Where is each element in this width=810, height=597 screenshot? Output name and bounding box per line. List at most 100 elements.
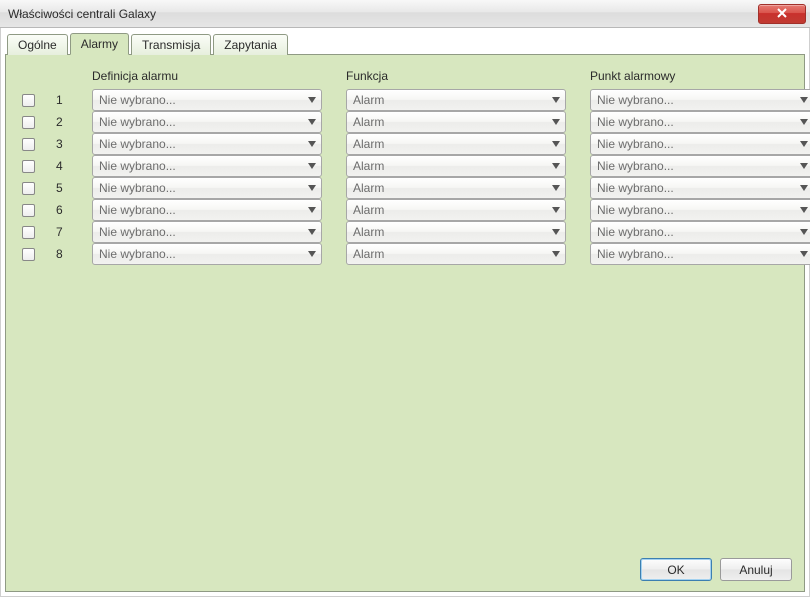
combo-value: Alarm xyxy=(353,225,547,239)
chevron-down-icon xyxy=(547,207,565,213)
combo-value: Nie wybrano... xyxy=(597,159,795,173)
combo-point[interactable]: Nie wybrano... xyxy=(590,111,810,133)
combo-function[interactable]: Alarm xyxy=(346,221,566,243)
window-body: Ogólne Alarmy Transmisja Zapytania Defin… xyxy=(0,28,810,597)
tab-alarms[interactable]: Alarmy xyxy=(70,33,129,55)
combo-value: Alarm xyxy=(353,93,547,107)
row-enable-checkbox[interactable] xyxy=(22,138,35,151)
combo-point[interactable]: Nie wybrano... xyxy=(590,221,810,243)
titlebar: Właściwości centrali Galaxy xyxy=(0,0,810,28)
combo-value: Nie wybrano... xyxy=(597,137,795,151)
combo-definition[interactable]: Nie wybrano... xyxy=(92,133,322,155)
combo-function[interactable]: Alarm xyxy=(346,177,566,199)
combo-value: Nie wybrano... xyxy=(99,225,303,239)
cancel-button[interactable]: Anuluj xyxy=(720,558,792,581)
row-enable-checkbox[interactable] xyxy=(22,116,35,129)
chevron-down-icon xyxy=(303,207,321,213)
row-number: 7 xyxy=(56,225,68,239)
combo-function[interactable]: Alarm xyxy=(346,133,566,155)
button-label: OK xyxy=(667,563,684,577)
combo-point[interactable]: Nie wybrano... xyxy=(590,243,810,265)
combo-value: Alarm xyxy=(353,115,547,129)
combo-definition[interactable]: Nie wybrano... xyxy=(92,111,322,133)
dialog-footer: OK Anuluj xyxy=(640,558,792,581)
combo-definition[interactable]: Nie wybrano... xyxy=(92,221,322,243)
row-number: 4 xyxy=(56,159,68,173)
combo-point[interactable]: Nie wybrano... xyxy=(590,133,810,155)
combo-value: Nie wybrano... xyxy=(597,247,795,261)
tab-queries[interactable]: Zapytania xyxy=(213,34,288,55)
combo-value: Nie wybrano... xyxy=(99,181,303,195)
combo-value: Nie wybrano... xyxy=(597,203,795,217)
combo-value: Nie wybrano... xyxy=(99,247,303,261)
chevron-down-icon xyxy=(547,185,565,191)
combo-value: Nie wybrano... xyxy=(99,137,303,151)
chevron-down-icon xyxy=(547,163,565,169)
row-enable-checkbox[interactable] xyxy=(22,204,35,217)
combo-function[interactable]: Alarm xyxy=(346,111,566,133)
row-number: 2 xyxy=(56,115,68,129)
combo-value: Alarm xyxy=(353,159,547,173)
chevron-down-icon xyxy=(795,185,810,191)
tab-label: Ogólne xyxy=(18,38,57,52)
combo-definition[interactable]: Nie wybrano... xyxy=(92,89,322,111)
row-enable-checkbox[interactable] xyxy=(22,94,35,107)
ok-button[interactable]: OK xyxy=(640,558,712,581)
chevron-down-icon xyxy=(795,97,810,103)
row-number: 6 xyxy=(56,203,68,217)
row-number: 5 xyxy=(56,181,68,195)
tab-label: Zapytania xyxy=(224,38,277,52)
chevron-down-icon xyxy=(795,251,810,257)
close-button[interactable] xyxy=(758,4,806,24)
tabstrip: Ogólne Alarmy Transmisja Zapytania xyxy=(5,32,805,54)
combo-function[interactable]: Alarm xyxy=(346,155,566,177)
combo-value: Nie wybrano... xyxy=(99,203,303,217)
chevron-down-icon xyxy=(303,229,321,235)
chevron-down-icon xyxy=(795,119,810,125)
combo-value: Alarm xyxy=(353,203,547,217)
combo-function[interactable]: Alarm xyxy=(346,89,566,111)
tab-general[interactable]: Ogólne xyxy=(7,34,68,55)
chevron-down-icon xyxy=(303,185,321,191)
chevron-down-icon xyxy=(547,251,565,257)
combo-value: Nie wybrano... xyxy=(597,181,795,195)
chevron-down-icon xyxy=(303,163,321,169)
row-number: 3 xyxy=(56,137,68,151)
combo-value: Alarm xyxy=(353,137,547,151)
chevron-down-icon xyxy=(303,251,321,257)
chevron-down-icon xyxy=(547,97,565,103)
combo-function[interactable]: Alarm xyxy=(346,199,566,221)
combo-point[interactable]: Nie wybrano... xyxy=(590,89,810,111)
alarm-grid: Definicja alarmu Funkcja Punkt alarmowy … xyxy=(18,69,792,265)
row-enable-checkbox[interactable] xyxy=(22,182,35,195)
tab-panel-alarms: Definicja alarmu Funkcja Punkt alarmowy … xyxy=(5,54,805,592)
row-number: 8 xyxy=(56,247,68,261)
combo-function[interactable]: Alarm xyxy=(346,243,566,265)
combo-value: Nie wybrano... xyxy=(99,93,303,107)
chevron-down-icon xyxy=(303,119,321,125)
window-title: Właściwości centrali Galaxy xyxy=(8,7,156,21)
combo-value: Nie wybrano... xyxy=(99,115,303,129)
combo-definition[interactable]: Nie wybrano... xyxy=(92,243,322,265)
tab-label: Alarmy xyxy=(81,37,118,51)
combo-point[interactable]: Nie wybrano... xyxy=(590,155,810,177)
combo-definition[interactable]: Nie wybrano... xyxy=(92,199,322,221)
tab-transmission[interactable]: Transmisja xyxy=(131,34,211,55)
chevron-down-icon xyxy=(303,141,321,147)
row-enable-checkbox[interactable] xyxy=(22,248,35,261)
combo-value: Nie wybrano... xyxy=(99,159,303,173)
combo-value: Nie wybrano... xyxy=(597,93,795,107)
button-label: Anuluj xyxy=(739,563,772,577)
row-enable-checkbox[interactable] xyxy=(22,160,35,173)
chevron-down-icon xyxy=(303,97,321,103)
chevron-down-icon xyxy=(547,119,565,125)
combo-point[interactable]: Nie wybrano... xyxy=(590,199,810,221)
chevron-down-icon xyxy=(795,229,810,235)
combo-value: Alarm xyxy=(353,181,547,195)
combo-definition[interactable]: Nie wybrano... xyxy=(92,155,322,177)
row-enable-checkbox[interactable] xyxy=(22,226,35,239)
combo-definition[interactable]: Nie wybrano... xyxy=(92,177,322,199)
chevron-down-icon xyxy=(547,229,565,235)
tab-label: Transmisja xyxy=(142,38,200,52)
combo-point[interactable]: Nie wybrano... xyxy=(590,177,810,199)
